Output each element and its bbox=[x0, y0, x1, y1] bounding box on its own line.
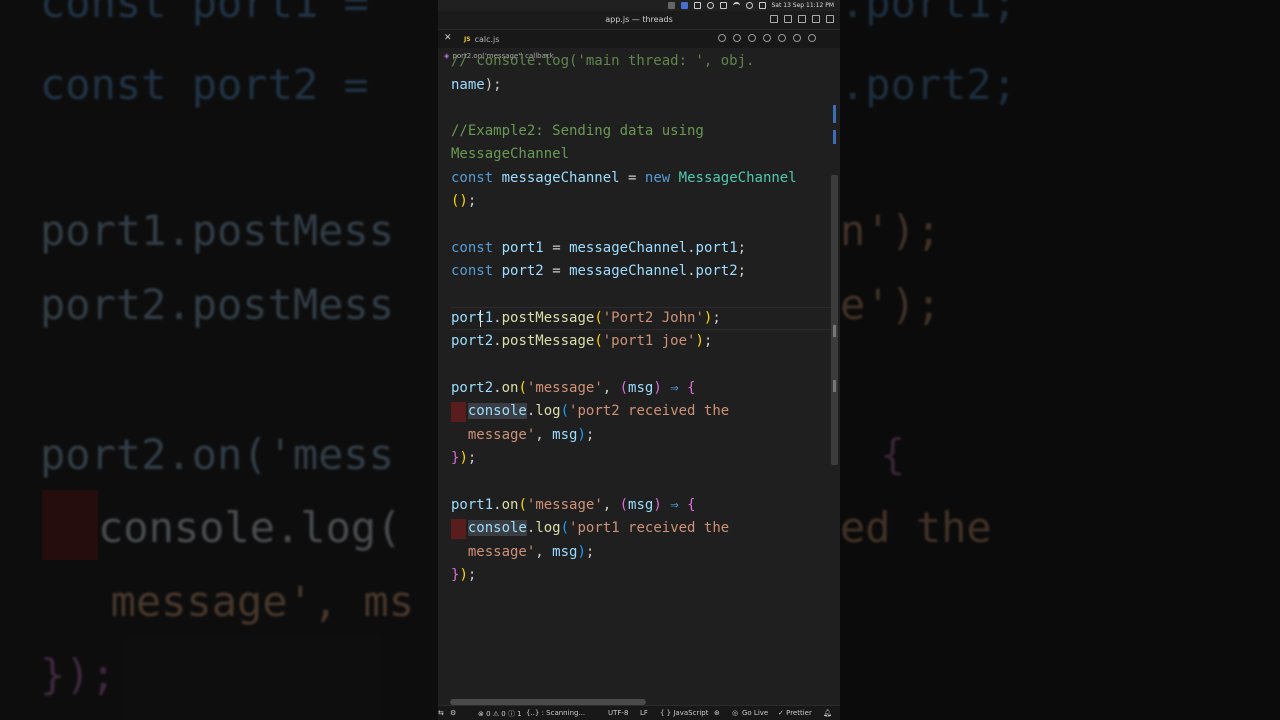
search-icon[interactable] bbox=[745, 2, 753, 9]
go-forward-icon[interactable] bbox=[763, 34, 771, 42]
run-icon[interactable] bbox=[778, 34, 786, 42]
play-icon[interactable] bbox=[706, 2, 714, 9]
tab-bar: ✕ JS calc.js bbox=[438, 30, 840, 48]
code-line: }); bbox=[451, 450, 477, 466]
code-line: console.log('port2 received the bbox=[467, 403, 730, 419]
title-bar: app.js — threads bbox=[438, 11, 840, 30]
code-line: message', msg); bbox=[467, 544, 595, 560]
code-line: }); bbox=[451, 567, 477, 583]
circle-icon[interactable] bbox=[748, 34, 756, 42]
remote-icon[interactable]: ⇆ bbox=[438, 709, 444, 717]
javascript-file-icon: JS bbox=[464, 35, 471, 43]
extensions-icon[interactable]: ⚙ bbox=[450, 709, 456, 717]
language-mode[interactable]: { } JavaScript bbox=[660, 709, 708, 717]
scanning-status[interactable]: {..} : Scanning... bbox=[526, 709, 585, 717]
screen-record-icon[interactable] bbox=[680, 2, 688, 9]
editor-window: Sat 13 Sep 11:12 PM app.js — threads ✕ J… bbox=[438, 0, 840, 720]
text-cursor bbox=[480, 310, 481, 327]
go-live-button[interactable]: Go Live bbox=[742, 709, 768, 717]
wifi-icon[interactable] bbox=[732, 2, 740, 9]
tab-calc-js[interactable]: JS calc.js bbox=[458, 30, 505, 48]
problems-indicator[interactable]: ⊗ 0 ⚠ 0 ⓘ 1 bbox=[478, 709, 522, 719]
prettier-button[interactable]: ✓ Prettier bbox=[778, 709, 812, 717]
code-line: name); bbox=[451, 77, 502, 93]
background-left: const port1 = const port2 = port1.postMe… bbox=[0, 0, 438, 720]
layout-icon[interactable] bbox=[784, 15, 792, 23]
close-icon[interactable]: ✕ bbox=[444, 33, 452, 43]
function-icon: ◈ bbox=[444, 52, 450, 60]
control-center-icon[interactable] bbox=[758, 2, 766, 9]
code-line: port1.postMessage('Port2 John'); bbox=[451, 310, 721, 326]
code-line: const port2 = messageChannel.port2; bbox=[451, 263, 747, 279]
background-dim bbox=[0, 0, 438, 720]
code-line: MessageChannel bbox=[451, 146, 570, 162]
scroll-marker bbox=[833, 105, 836, 123]
code-line: console.log('port1 received the bbox=[467, 520, 730, 536]
app-icon[interactable] bbox=[667, 2, 675, 9]
toggle-secondary-sidebar-icon[interactable] bbox=[826, 15, 834, 23]
code-line: const port1 = messageChannel.port1; bbox=[451, 240, 747, 256]
code-line: //Example2: Sending data using bbox=[451, 123, 704, 139]
status-bar: ⇆ ⚙ ⊗ 0 ⚠ 0 ⓘ 1 {..} : Scanning... UTF-8… bbox=[438, 705, 840, 720]
go-back-icon[interactable] bbox=[733, 34, 741, 42]
split-editor-icon[interactable] bbox=[793, 34, 801, 42]
control-icon[interactable] bbox=[693, 2, 701, 9]
bell-icon[interactable]: 🔔︎ bbox=[823, 709, 832, 717]
code-line: (); bbox=[451, 193, 477, 209]
encoding-indicator[interactable]: UTF-8 bbox=[608, 709, 628, 717]
eol-indicator[interactable]: LF bbox=[640, 709, 648, 717]
code-line: port2.on('message', (msg) ⇒ { bbox=[451, 380, 696, 396]
code-line: const messageChannel = new MessageChanne… bbox=[451, 170, 797, 186]
layout-controls bbox=[770, 15, 834, 23]
vertical-scrollbar[interactable] bbox=[831, 175, 838, 465]
copilot-icon[interactable]: ⊛ bbox=[714, 709, 720, 717]
broadcast-icon: ◎ bbox=[732, 709, 739, 717]
accounts-icon[interactable] bbox=[770, 15, 778, 23]
code-editor[interactable]: // console.log('main thread: ', obj. nam… bbox=[451, 53, 836, 702]
toggle-sidebar-icon[interactable] bbox=[798, 15, 806, 23]
code-line: message', msg); bbox=[467, 427, 595, 443]
tab-label: calc.js bbox=[474, 34, 500, 44]
battery-icon[interactable] bbox=[719, 2, 727, 9]
scroll-marker bbox=[833, 380, 836, 392]
background-dim bbox=[840, 0, 1280, 720]
toggle-panel-icon[interactable] bbox=[812, 15, 820, 23]
editor-actions bbox=[718, 34, 816, 42]
menubar-datetime[interactable]: Sat 13 Sep 11:12 PM bbox=[772, 2, 835, 9]
scroll-marker bbox=[833, 325, 836, 337]
code-line: // console.log('main thread: ', obj. bbox=[451, 53, 755, 69]
code-line: port2.postMessage('port1 joe'); bbox=[451, 333, 713, 349]
background-edge bbox=[1245, 0, 1280, 720]
macos-menubar: Sat 13 Sep 11:12 PM bbox=[438, 0, 840, 11]
code-line: port1.on('message', (msg) ⇒ { bbox=[451, 497, 696, 513]
background-right: .port1; .port2; n'); e'); { ed the bbox=[840, 0, 1280, 720]
more-actions-icon[interactable] bbox=[808, 34, 816, 42]
scroll-marker bbox=[833, 130, 836, 144]
open-changes-icon[interactable] bbox=[718, 34, 726, 42]
